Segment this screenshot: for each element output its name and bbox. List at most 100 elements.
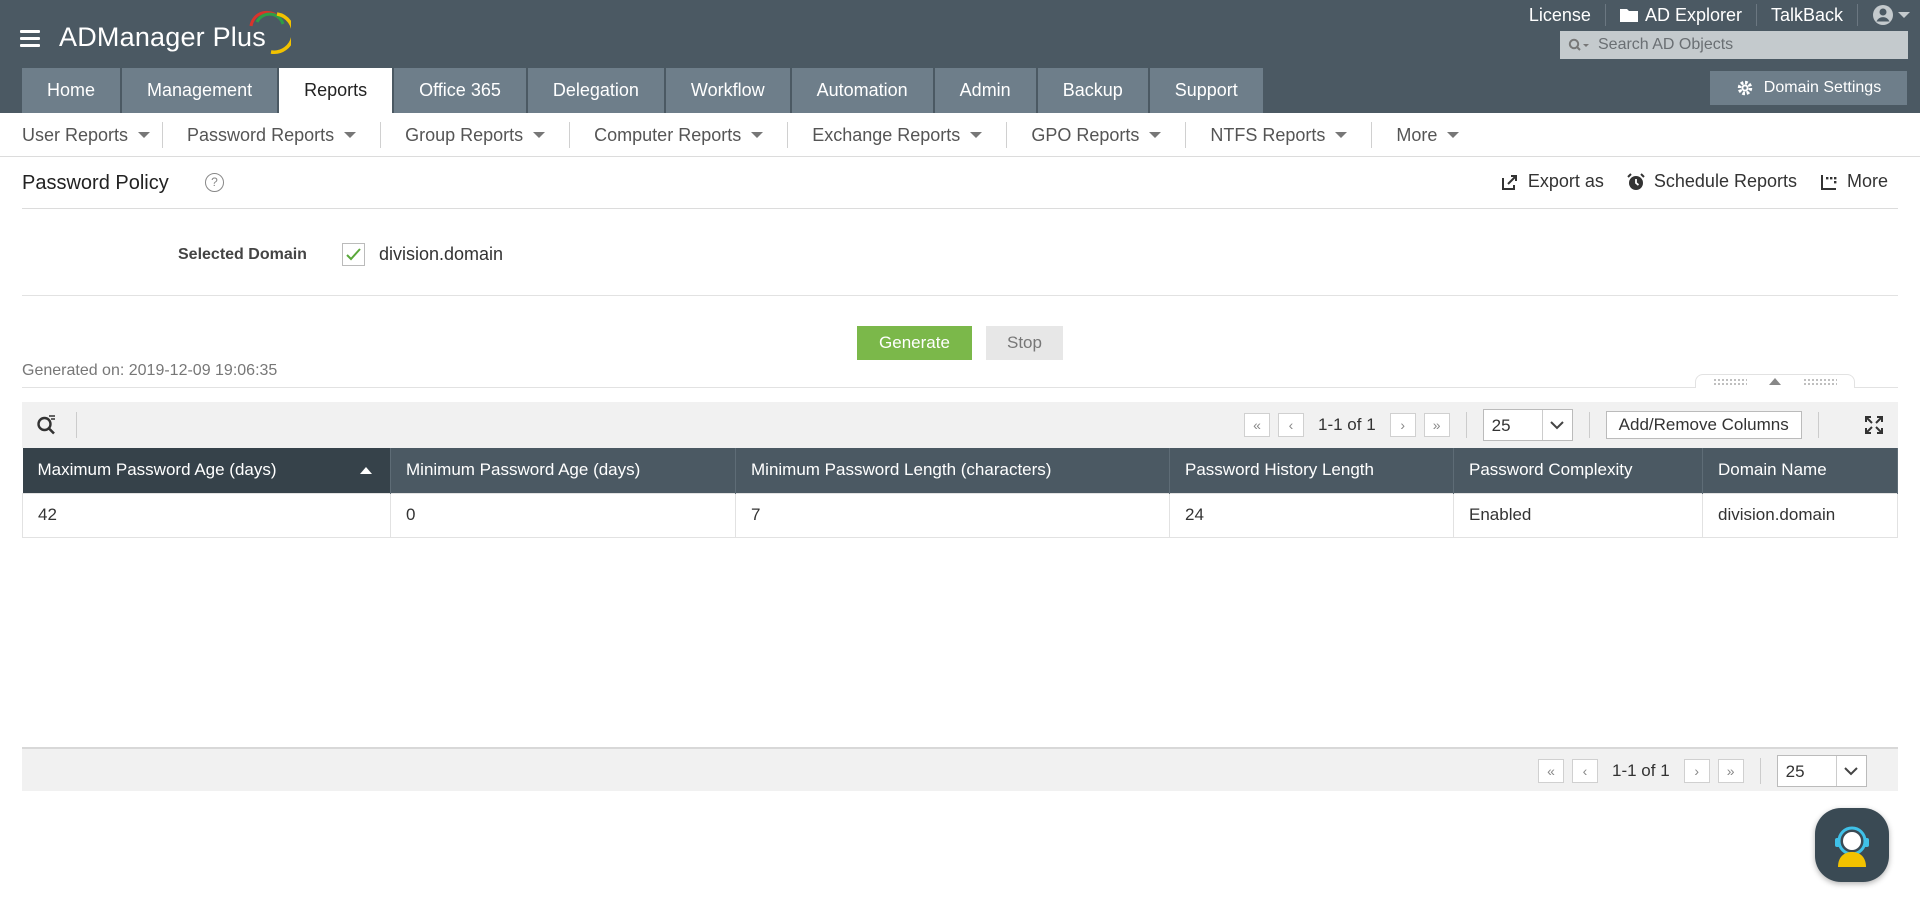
user-menu[interactable] [1858, 4, 1920, 26]
schedule-reports-button[interactable]: Schedule Reports [1626, 171, 1797, 192]
subnav-label: Computer Reports [594, 124, 742, 145]
column-header[interactable]: Password Complexity [1453, 448, 1703, 493]
tab-office-365[interactable]: Office 365 [394, 68, 526, 113]
tab-support[interactable]: Support [1149, 68, 1263, 113]
subnav-exchange-reports[interactable]: Exchange Reports [788, 121, 1008, 148]
subnav-label: NTFS Reports [1210, 124, 1326, 145]
more-actions-button[interactable]: More [1819, 171, 1888, 192]
table-cell: 0 [390, 492, 736, 538]
help-icon[interactable]: ? [205, 173, 224, 192]
tab-home[interactable]: Home [22, 68, 121, 113]
pager-separator [1588, 412, 1590, 438]
chevron-down-icon [1541, 410, 1572, 440]
ad-explorer-label: AD Explorer [1644, 5, 1742, 25]
export-icon [1501, 174, 1517, 190]
more-actions-label: More [1846, 171, 1888, 191]
stop-button[interactable]: Stop [986, 326, 1063, 360]
table-search-icon[interactable] [36, 414, 58, 441]
toolbar-separator [76, 412, 77, 438]
top-header: ADManager Plus License AD Explorer TalkB… [0, 0, 1920, 113]
password-policy-table: Maximum Password Age (days) Minimum Pass… [22, 448, 1898, 538]
talkback-link[interactable]: TalkBack [1757, 4, 1858, 26]
tab-admin[interactable]: Admin [934, 68, 1036, 113]
page-size-value: 25 [1491, 416, 1511, 435]
page-size-select[interactable]: 25 [1482, 409, 1573, 441]
tab-backup[interactable]: Backup [1037, 68, 1148, 113]
table-toolbar: « ‹ 1-1 of 1 › » 25 Add/Remove Columns [22, 402, 1898, 448]
column-header[interactable]: Minimum Password Age (days) [390, 448, 736, 493]
main-tabs: Home Management Reports Office 365 Deleg… [22, 68, 1265, 113]
subnav-label: Exchange Reports [812, 124, 961, 145]
caret-down-icon [1335, 131, 1348, 138]
table-cell: 7 [735, 492, 1170, 538]
subnav-more[interactable]: More [1372, 122, 1471, 148]
tab-reports[interactable]: Reports [279, 68, 393, 113]
last-page-icon[interactable]: » [1717, 759, 1744, 783]
user-avatar-icon [1873, 5, 1893, 25]
prev-page-icon[interactable]: ‹ [1278, 413, 1304, 437]
export-as-label: Export as [1527, 171, 1604, 191]
subnav-user-reports[interactable]: User Reports [10, 121, 164, 148]
app-logo[interactable]: ADManager Plus [59, 10, 291, 62]
selected-domain-label: Selected Domain [178, 246, 307, 263]
page-header: Password Policy ? Export as Schedule Rep… [22, 159, 1898, 209]
search-input[interactable] [1598, 36, 1908, 54]
last-page-icon[interactable]: » [1423, 413, 1450, 437]
search-icon[interactable] [1560, 31, 1598, 59]
expand-icon[interactable] [1864, 415, 1884, 440]
alarm-clock-icon [1627, 172, 1645, 190]
grip-dots-icon [1713, 377, 1747, 386]
subnav-password-reports[interactable]: Password Reports [163, 121, 382, 148]
column-header[interactable]: Domain Name [1702, 448, 1898, 493]
chat-support-button[interactable] [1815, 808, 1889, 882]
first-page-icon[interactable]: « [1538, 759, 1564, 783]
gear-icon [1737, 80, 1753, 96]
column-header[interactable]: Maximum Password Age (days) [22, 448, 391, 493]
report-actions: Export as Schedule Reports More [1500, 171, 1888, 192]
column-header[interactable]: Password History Length [1169, 448, 1454, 493]
tab-delegation[interactable]: Delegation [527, 68, 664, 113]
page-size-select[interactable]: 25 [1776, 755, 1867, 787]
hamburger-menu-icon[interactable] [20, 30, 40, 48]
subnav-label: User Reports [22, 124, 129, 145]
tab-workflow[interactable]: Workflow [665, 68, 790, 113]
collapse-panel-handle[interactable] [1695, 374, 1855, 388]
subnav-gpo-reports[interactable]: GPO Reports [1007, 121, 1187, 148]
table-header-row: Maximum Password Age (days) Minimum Pass… [22, 448, 1898, 493]
table-cell: Enabled [1453, 492, 1703, 538]
pager-separator [1465, 412, 1467, 438]
subnav-group-reports[interactable]: Group Reports [381, 121, 571, 148]
column-header[interactable]: Minimum Password Length (characters) [735, 448, 1170, 493]
subnav-computer-reports[interactable]: Computer Reports [570, 121, 789, 148]
table-row[interactable]: 42 0 7 24 Enabled division.domain [22, 492, 1898, 538]
selected-domain-value: division.domain [379, 244, 504, 264]
caret-down-icon [138, 131, 151, 138]
page-range-text: 1-1 of 1 [1318, 415, 1376, 434]
ad-explorer-link[interactable]: AD Explorer [1606, 4, 1757, 26]
caret-down-icon [1149, 131, 1162, 138]
license-link[interactable]: License [1515, 4, 1606, 26]
page-title: Password Policy [22, 172, 169, 194]
add-remove-columns-button[interactable]: Add/Remove Columns [1605, 411, 1802, 439]
first-page-icon[interactable]: « [1244, 413, 1270, 437]
subnav-label: Group Reports [405, 124, 524, 145]
next-page-icon[interactable]: › [1389, 413, 1416, 437]
bottom-pager: « ‹ 1-1 of 1 › » 25 [1538, 755, 1867, 787]
subnav-ntfs-reports[interactable]: NTFS Reports [1186, 121, 1373, 148]
domain-settings-label: Domain Settings [1763, 79, 1882, 96]
domain-settings-button[interactable]: Domain Settings [1710, 71, 1907, 105]
export-as-button[interactable]: Export as [1500, 171, 1604, 192]
prev-page-icon[interactable]: ‹ [1572, 759, 1598, 783]
next-page-icon[interactable]: › [1683, 759, 1710, 783]
tab-management[interactable]: Management [122, 68, 278, 113]
chevron-down-icon [1898, 12, 1910, 18]
tab-automation[interactable]: Automation [791, 68, 933, 113]
caret-down-icon [970, 131, 983, 138]
domain-checkbox[interactable] [342, 243, 365, 266]
support-agent-icon [1835, 826, 1869, 867]
caret-down-icon [751, 131, 764, 138]
collapse-up-icon [1769, 378, 1781, 385]
generate-button[interactable]: Generate [857, 326, 972, 360]
search-box [1560, 31, 1908, 59]
caret-down-icon [533, 131, 546, 138]
